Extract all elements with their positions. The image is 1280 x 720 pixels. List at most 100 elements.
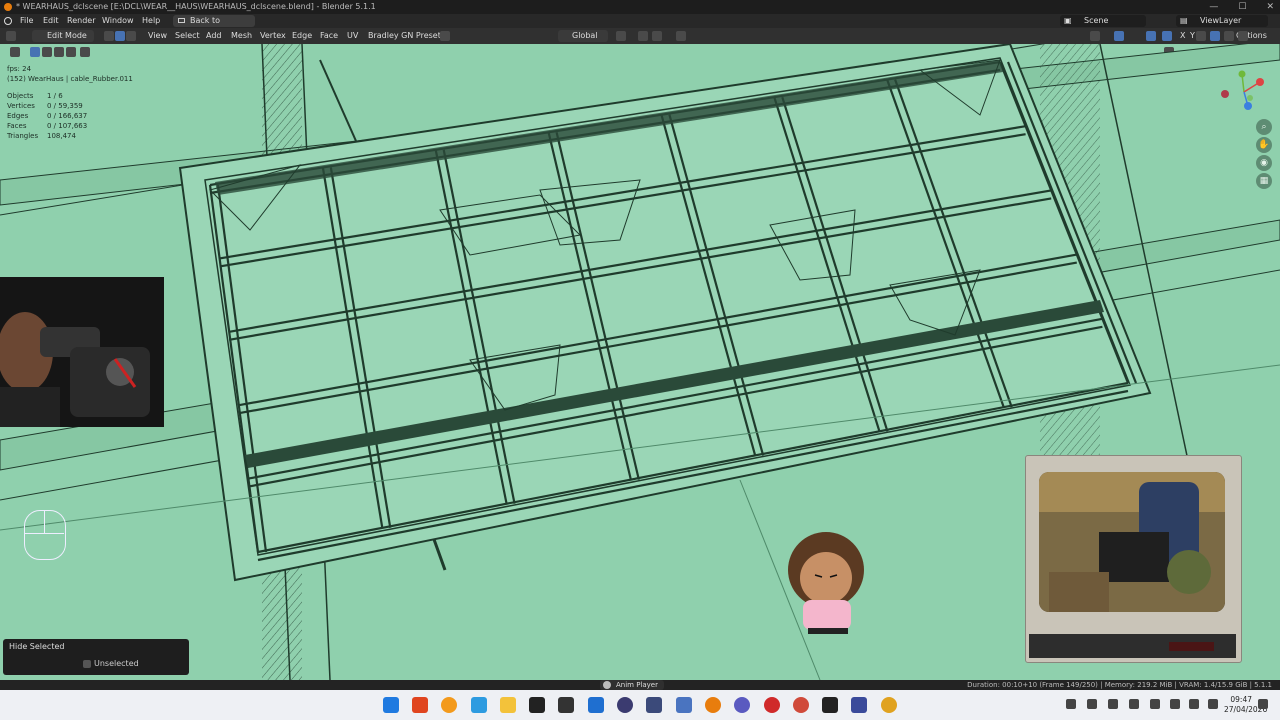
app-icon[interactable] [734,697,750,713]
operator-panel-title[interactable]: Hide Selected [9,642,64,651]
snap-icon[interactable] [638,31,648,41]
mouse-input-indicator-icon [24,510,66,560]
brave-browser-icon[interactable] [412,697,428,713]
camera-view-icon[interactable]: ◉ [1256,155,1272,171]
header-menu-bradley-gn-presets[interactable]: Bradley GN Presets [368,28,445,44]
battery-icon[interactable] [1208,699,1218,709]
taskbar-clock[interactable]: 09:47 27/04/2026 [1224,695,1268,715]
header-menu-face[interactable]: Face [320,28,338,44]
app-icon[interactable] [529,697,545,713]
tray-app-icon[interactable] [1129,699,1139,709]
menu-render[interactable]: Render [67,14,95,28]
scene-icon: ▣ [1064,16,1072,25]
stats-row: Faces 0 / 107,663 [7,122,88,130]
close-button[interactable]: ✕ [1266,0,1274,14]
obs-icon[interactable] [617,697,633,713]
app-icon[interactable] [764,697,780,713]
unselected-checkbox[interactable] [83,660,91,668]
window-title: * WEARHAUS_dclscene [E:\DCL\WEAR__HAUS\W… [16,2,376,11]
back-to-previous-button[interactable]: Back to Previous [173,15,255,37]
view-layer-name: ViewLayer [1200,16,1242,25]
network-icon[interactable] [1170,699,1180,709]
header-menu-view[interactable]: View [148,28,167,44]
fps-readout: fps: 24 [7,65,32,73]
header-menu-edge[interactable]: Edge [292,28,312,44]
vcr-display [1169,642,1214,651]
tv-screen [1039,472,1225,612]
preset-icon[interactable] [440,31,450,41]
notification-icon[interactable] [1258,699,1268,709]
webcam-overlay [0,277,164,427]
axis-navigation-gizmo[interactable] [1216,66,1276,116]
app-icon[interactable] [822,697,838,713]
tool-app-icon[interactable] [471,697,487,713]
view-layer-icon: ▤ [1180,16,1188,25]
menu-edit[interactable]: Edit [43,14,59,28]
header-menu-select[interactable]: Select [175,28,200,44]
editor-type-icon[interactable] [6,31,16,41]
tray-chevron-icon[interactable] [1066,699,1076,709]
transform-orientation-selector[interactable]: Global [558,30,608,42]
discord-icon[interactable] [676,697,692,713]
screen-icon [178,18,185,23]
stats-row: Triangles 108,474 [7,132,76,140]
axis-y-toggle[interactable]: Y [1190,28,1195,44]
last-operator-panel[interactable]: Hide Selected Unselected [3,639,189,675]
header-menu-add[interactable]: Add [206,28,222,44]
minimize-button[interactable]: — [1209,0,1218,14]
webcam-video [0,277,164,427]
face-select-mode-icon[interactable] [126,31,136,41]
xray-icon[interactable] [1162,31,1172,41]
app-icon[interactable] [793,697,809,713]
view-layer-selector[interactable]: ▤ ViewLayer [1176,15,1268,27]
solid-shading-icon[interactable] [1210,31,1220,41]
edge-select-mode-icon[interactable] [115,31,125,41]
axis-x-toggle[interactable]: X [1180,28,1185,44]
stats-row: Vertices 0 / 59,359 [7,102,83,110]
menu-file[interactable]: File [20,14,33,28]
menu-window[interactable]: Window [102,14,134,28]
close-icon[interactable] [603,681,611,689]
vcr-deck [1029,634,1236,658]
file-explorer-icon[interactable] [500,697,516,713]
zoom-icon[interactable]: ⌕ [1256,119,1272,135]
header-menu-uv[interactable]: UV [347,28,358,44]
header-menu-vertex[interactable]: Vertex [260,28,286,44]
terminal-icon[interactable] [558,697,574,713]
visibility-icon[interactable] [1090,31,1100,41]
header-menu-mesh[interactable]: Mesh [231,28,252,44]
search-app-icon[interactable] [441,697,457,713]
snap-target-icon[interactable] [652,31,662,41]
app-icon[interactable] [851,697,867,713]
tv-overlay [1025,455,1242,663]
perspective-grid-icon[interactable]: ▦ [1256,173,1272,189]
start-menu-icon[interactable] [383,697,399,713]
pivot-icon[interactable] [616,31,626,41]
mode-selector[interactable]: Edit Mode [32,30,94,42]
app-icon[interactable] [646,697,662,713]
material-shading-icon[interactable] [1224,31,1234,41]
volume-icon[interactable] [1108,699,1118,709]
viewport-stats: fps: 24 (152) WearHaus | cable_Rubber.01… [7,64,133,141]
wireframe-shading-icon[interactable] [1196,31,1206,41]
chrome-icon[interactable] [881,697,897,713]
tray-app-icon[interactable] [1087,699,1097,709]
rendered-shading-icon[interactable] [1238,31,1248,41]
scene-selector[interactable]: ▣ Scene [1060,15,1146,27]
overlay-icon[interactable] [1146,31,1156,41]
microphone-icon[interactable] [1150,699,1160,709]
vertex-select-mode-icon[interactable] [104,31,114,41]
blender-menu-icon[interactable] [4,17,12,25]
vscode-icon[interactable] [588,697,604,713]
anim-player-tab[interactable]: Anim Player [600,680,664,690]
blender-taskbar-icon[interactable] [705,697,721,713]
gizmo-icon[interactable] [1114,31,1124,41]
character-figure [788,532,864,634]
clock-date: 27/04/2026 [1224,705,1268,714]
maximize-button[interactable]: ☐ [1238,0,1246,14]
active-object-name: (152) WearHaus | cable_Rubber.011 [7,75,133,83]
proportional-edit-icon[interactable] [676,31,686,41]
menu-help[interactable]: Help [142,14,160,28]
speaker-icon[interactable] [1189,699,1199,709]
pan-hand-icon[interactable]: ✋ [1256,137,1272,153]
